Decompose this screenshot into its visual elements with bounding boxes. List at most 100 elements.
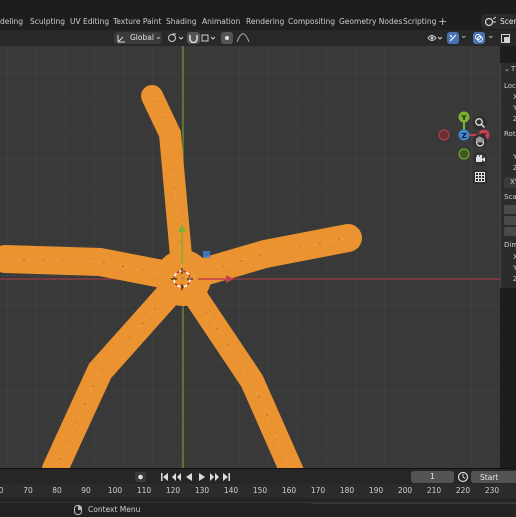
gizmo-toggle[interactable]: [447, 32, 459, 44]
scale-y-field[interactable]: [504, 216, 516, 225]
snap-target-dropdown[interactable]: [200, 32, 218, 44]
play-icon[interactable]: [199, 473, 205, 481]
snap-element-icon: [201, 34, 216, 42]
dimensions-label: Dim: [504, 241, 516, 249]
snap-icon: [189, 35, 198, 43]
chevron-down-icon[interactable]: ⌄: [460, 31, 468, 41]
record-button[interactable]: [135, 472, 146, 482]
tab-texture-paint[interactable]: Texture Paint: [113, 17, 161, 26]
ruler-tick: 210: [426, 486, 442, 495]
scale-x-field[interactable]: [504, 205, 516, 214]
gizmo-neg-y-handle[interactable]: [458, 148, 470, 160]
plane-handle[interactable]: [203, 251, 210, 258]
camera-icon: [476, 154, 485, 162]
scale-label: Sca: [504, 193, 516, 201]
ruler-tick: 90: [81, 486, 91, 495]
ruler-tick: 220: [455, 486, 471, 495]
magnifier-icon: [475, 118, 486, 129]
ruler-tick: 100: [107, 486, 123, 495]
start-frame-field[interactable]: Start: [471, 471, 516, 483]
tab-rendering[interactable]: Rendering: [246, 17, 284, 26]
tab-compositing[interactable]: Compositing: [288, 17, 335, 26]
perspective-toggle-button[interactable]: [473, 170, 487, 184]
add-workspace-button[interactable]: +: [438, 15, 447, 28]
transform-orientation-dropdown[interactable]: Global ⌄: [114, 32, 162, 44]
timeline-ruler[interactable]: 0 70 80 90 100 110 120 130 140 150 160 1…: [0, 484, 516, 498]
chevron-down-icon: ⌄: [155, 32, 162, 41]
xray-toggle[interactable]: [499, 32, 516, 44]
grid-icon: [475, 172, 485, 182]
location-label: Loca: [504, 82, 516, 90]
ruler-tick: 150: [252, 486, 268, 495]
visibility-dropdown[interactable]: [426, 32, 443, 44]
proportional-editing-toggle[interactable]: [221, 32, 233, 44]
chevron-down-icon[interactable]: ⌄: [487, 31, 495, 41]
workspace-tab-bar: deling Sculpting UV Editing Texture Pain…: [0, 14, 516, 30]
tab-modeling[interactable]: deling: [0, 17, 23, 26]
current-frame-field[interactable]: 1: [411, 471, 454, 483]
timeline-header: 1 Start: [0, 468, 516, 485]
ruler-tick: 80: [52, 486, 62, 495]
gizmo-neg-x-handle[interactable]: [438, 129, 450, 141]
scale-z-field[interactable]: [504, 227, 516, 236]
ruler-tick: 120: [165, 486, 181, 495]
snap-toggle[interactable]: [187, 32, 200, 44]
3d-viewport[interactable]: X Y Z: [0, 46, 500, 468]
start-frame-label: Start: [480, 473, 499, 482]
status-bar: Context Menu: [0, 502, 516, 517]
zoom-button[interactable]: [473, 116, 487, 130]
gizmo-y-label: Y: [460, 114, 467, 122]
ruler-tick: 110: [136, 486, 152, 495]
next-keyframe-icon[interactable]: [210, 473, 219, 481]
ruler-tick: 200: [397, 486, 413, 495]
ruler-tick: 0: [0, 486, 4, 495]
proportional-icon: [225, 36, 229, 40]
camera-view-button[interactable]: [473, 152, 487, 166]
tab-uv-editing[interactable]: UV Editing: [70, 17, 109, 26]
clock-icon[interactable]: [457, 471, 469, 483]
ruler-tick: 130: [194, 486, 210, 495]
jump-start-icon[interactable]: [161, 473, 168, 481]
tab-animation[interactable]: Animation: [202, 17, 240, 26]
jump-end-icon[interactable]: [223, 473, 230, 481]
tab-geometry-nodes[interactable]: Geometry Nodes: [339, 17, 402, 26]
ruler-tick: 70: [23, 486, 33, 495]
scene-icon: [484, 16, 497, 27]
ruler-tick: 180: [339, 486, 355, 495]
ruler-tick: 170: [310, 486, 326, 495]
mouse-right-click-icon: [74, 505, 82, 515]
status-divider: [311, 503, 516, 504]
pan-button[interactable]: [473, 134, 487, 148]
orientation-icon: [117, 35, 125, 43]
pivot-point-dropdown[interactable]: [166, 32, 186, 44]
viewport-canvas[interactable]: X Y Z: [0, 46, 500, 468]
eye-icon: [427, 35, 443, 41]
rotation-mode-dropdown[interactable]: XY: [504, 177, 516, 188]
tab-scripting[interactable]: Scripting: [403, 17, 436, 26]
viewport-header: Global ⌄ ⌄ ⌄: [0, 30, 516, 46]
play-reverse-icon[interactable]: [186, 473, 192, 481]
record-icon: [138, 474, 143, 480]
ruler-tick: 160: [281, 486, 297, 495]
overlays-toggle[interactable]: [473, 32, 485, 44]
pivot-icon: [168, 33, 184, 42]
ruler-tick: 190: [368, 486, 384, 495]
playback-controls: [161, 473, 230, 481]
tab-sculpting[interactable]: Sculpting: [30, 17, 65, 26]
hand-icon: [475, 136, 485, 147]
current-frame-value: 1: [430, 472, 435, 481]
tab-shading[interactable]: Shading: [166, 17, 196, 26]
ruler-tick: 140: [223, 486, 239, 495]
xray-icon: [501, 34, 510, 43]
prev-keyframe-icon[interactable]: [172, 473, 181, 481]
rotation-label: Rota: [504, 130, 516, 138]
scene-selector[interactable]: Scen: [481, 14, 516, 29]
ruler-tick: 230: [484, 486, 500, 495]
sidebar-n-panel: ⌄ T Loca X Y Z Rota Y Z XY Sca Dim X Y Z: [500, 63, 516, 288]
falloff-icon[interactable]: [236, 32, 250, 44]
orientation-label: Global: [130, 33, 154, 42]
panel-collapse-icon[interactable]: ⌄: [504, 65, 510, 73]
rotation-mode-value: XY: [510, 178, 516, 186]
context-menu-hint: Context Menu: [88, 505, 141, 514]
scene-name: Scen: [500, 17, 516, 26]
